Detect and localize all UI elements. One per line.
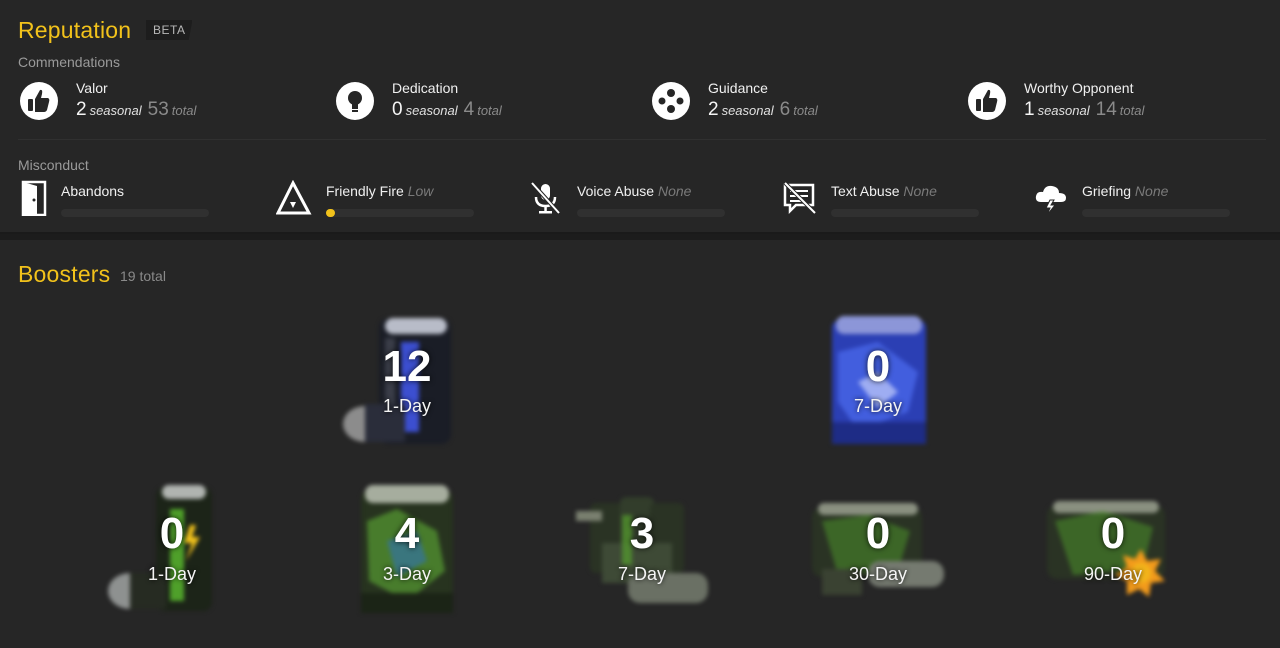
section-divider (18, 139, 1266, 140)
misconduct-label: Friendly Fire Low (326, 183, 433, 199)
misconduct-name: Griefing (1082, 183, 1132, 199)
booster-duration: 1-Day (147, 564, 196, 584)
misconduct-griefing[interactable]: Griefing None (1033, 180, 1233, 220)
commendation-name: Valor (76, 80, 108, 96)
thumbs-up-icon (20, 82, 58, 120)
booster-7-day[interactable]: 3 7-Day (562, 481, 722, 621)
triangle-icon (276, 180, 312, 215)
booster-duration: 30-Day (848, 564, 908, 584)
seasonal-label: seasonal (1037, 103, 1090, 118)
commendation-valor[interactable]: Valor 2 seasonal 53 total (19, 78, 319, 126)
misconduct-abandons[interactable]: Abandons (18, 180, 218, 220)
commendation-dedication[interactable]: Dedication 0 seasonal 4 total (335, 78, 635, 126)
booster-count: 3 (629, 509, 655, 558)
misconduct-heading: Misconduct (18, 157, 89, 173)
seasonal-count: 2 (76, 99, 87, 120)
seasonal-label: seasonal (89, 103, 142, 118)
beta-badge: BETA (146, 20, 193, 40)
total-count: 4 (463, 99, 475, 120)
booster-duration: 7-Day (853, 396, 902, 416)
misconduct-bar (61, 209, 209, 217)
misconduct-voice-abuse[interactable]: Voice Abuse None (528, 180, 728, 220)
commendation-name: Worthy Opponent (1024, 80, 1134, 96)
muted-mic-icon (530, 181, 561, 215)
misconduct-friendly-fire[interactable]: Friendly Fire Low (276, 180, 476, 220)
seasonal-label: seasonal (721, 103, 774, 118)
misconduct-bar (326, 209, 474, 217)
commendation-stats: 2 seasonal 6 total (708, 99, 824, 121)
booster-count: 0 (1100, 509, 1126, 558)
total-count: 6 (779, 99, 791, 120)
commendation-guidance[interactable]: Guidance 2 seasonal 6 total (651, 78, 951, 126)
misconduct-bar (1082, 209, 1230, 217)
seasonal-count: 2 (708, 99, 719, 120)
booster-count: 0 (865, 342, 891, 391)
door-icon (21, 180, 47, 216)
crossed-message-icon (783, 181, 817, 215)
booster-duration: 3-Day (382, 564, 431, 584)
storm-cloud-icon (1035, 185, 1066, 216)
booster-duration: 7-Day (617, 564, 666, 584)
misconduct-name: Friendly Fire (326, 183, 404, 199)
commendation-stats: 0 seasonal 4 total (392, 99, 508, 121)
booster-count: 12 (382, 342, 432, 391)
misconduct-label: Text Abuse None (831, 183, 937, 199)
misconduct-level: None (1134, 183, 1169, 199)
misconduct-name: Voice Abuse (577, 183, 655, 199)
seasonal-label: seasonal (405, 103, 458, 118)
misconduct-name: Text Abuse (831, 183, 900, 199)
commendation-stats: 2 seasonal 53 total (76, 99, 202, 121)
booster-1-day[interactable]: 0 1-Day (92, 481, 252, 621)
booster-premium-1-day[interactable]: 12 1-Day (327, 312, 487, 452)
commendations-heading: Commendations (18, 54, 120, 70)
total-count: 53 (147, 99, 169, 120)
lightbulb-icon (336, 82, 374, 120)
misconduct-name: Abandons (61, 183, 125, 199)
commendation-worthy-opponent[interactable]: Worthy Opponent 1 seasonal 14 total (967, 78, 1267, 126)
seasonal-count: 1 (1024, 99, 1035, 120)
total-count: 14 (1095, 99, 1117, 120)
booster-3-day[interactable]: 4 3-Day (327, 481, 487, 621)
booster-duration: 1-Day (382, 396, 431, 416)
thumbs-up-icon (968, 82, 1006, 120)
boosters-panel: Boosters 19 total 12 1-Day 0 7-Day 0 1-D… (0, 240, 1280, 648)
total-label: total (793, 103, 818, 118)
booster-count: 4 (394, 509, 420, 558)
misconduct-text-abuse[interactable]: Text Abuse None (782, 180, 982, 220)
reputation-panel: Reputation BETA Commendations Valor 2 sea… (0, 0, 1280, 234)
commendation-name: Guidance (708, 80, 768, 96)
misconduct-label: Griefing None (1082, 183, 1168, 199)
reputation-title: Reputation (18, 17, 132, 43)
total-label: total (1119, 103, 1145, 118)
commendation-name: Dedication (392, 80, 459, 96)
booster-duration: 90-Day (1083, 564, 1143, 584)
misconduct-label: Abandons (61, 183, 124, 199)
boosters-title: Boosters (18, 261, 111, 287)
booster-90-day[interactable]: 0 90-Day (1033, 481, 1193, 621)
seasonal-count: 0 (392, 99, 403, 120)
booster-30-day[interactable]: 0 30-Day (798, 481, 958, 621)
misconduct-bar (577, 209, 725, 217)
misconduct-level: None (903, 183, 937, 199)
misconduct-label: Voice Abuse None (577, 183, 691, 199)
booster-count: 0 (159, 509, 185, 558)
group-icon (652, 82, 690, 120)
total-label: total (171, 103, 197, 118)
booster-premium-7-day[interactable]: 0 7-Day (798, 312, 958, 452)
boosters-total: 19 total (120, 268, 166, 284)
total-label: total (477, 103, 502, 118)
booster-count: 0 (865, 509, 891, 558)
misconduct-bar (831, 209, 979, 217)
misconduct-bar-fill (326, 209, 335, 217)
misconduct-level: Low (407, 183, 434, 199)
misconduct-level: None (657, 183, 692, 199)
commendation-stats: 1 seasonal 14 total (1024, 99, 1150, 121)
